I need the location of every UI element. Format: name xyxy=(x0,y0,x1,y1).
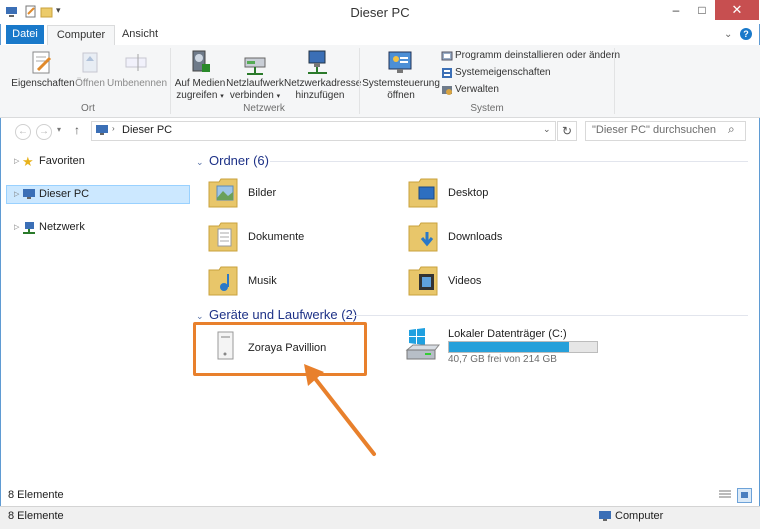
folder-label-musik[interactable]: Musik xyxy=(248,275,277,287)
netzwerkadresse-label-1: Netzwerkadresse xyxy=(284,78,362,89)
folder-label-dokumente[interactable]: Dokumente xyxy=(248,231,304,243)
umbenennen-button[interactable]: Umbenennen xyxy=(107,78,167,90)
star-icon: ★ xyxy=(22,154,34,169)
breadcrumb-dieser-pc[interactable]: Dieser PC xyxy=(122,124,172,136)
drive-usage-fill xyxy=(449,342,569,352)
nav-item-netzwerk[interactable]: Netzwerk xyxy=(39,219,85,235)
rename-large-icon xyxy=(124,50,148,76)
nav-item-favoriten[interactable]: Favoriten xyxy=(39,153,85,169)
group-label-ort: Ort xyxy=(81,103,95,114)
systemsteuerung-label-1: Systemsteuerung xyxy=(362,78,440,89)
tiles-view-icon[interactable] xyxy=(737,488,752,503)
expand-arrow-icon[interactable]: ▷ xyxy=(14,157,19,165)
documents-folder-icon xyxy=(207,218,239,254)
ribbon-separator xyxy=(359,48,360,114)
uninstall-program-icon xyxy=(441,50,453,62)
medien-label-2: zugreifen xyxy=(176,90,218,101)
refresh-button[interactable]: ↻ xyxy=(557,121,577,141)
netzlaufwerk-label-1: Netzlaufwerk xyxy=(226,78,284,89)
drive-usage-bar xyxy=(448,341,598,353)
oeffnen-button[interactable]: Öffnen xyxy=(73,78,107,90)
back-button[interactable]: ← xyxy=(15,124,31,140)
computer-icon xyxy=(598,510,612,522)
computer-icon xyxy=(22,188,36,200)
media-server-icon xyxy=(188,48,212,76)
collapse-arrow-icon[interactable]: ⌄ xyxy=(196,311,204,322)
computer-icon xyxy=(95,124,109,136)
status-zone: Computer xyxy=(615,510,664,522)
netzlaufwerk-button[interactable]: Netzlaufwerk verbinden ▾ xyxy=(226,78,284,103)
netzwerkadresse-label-2: hinzufügen xyxy=(295,90,345,101)
collapse-arrow-icon[interactable]: ⌄ xyxy=(196,157,204,168)
open-large-icon xyxy=(80,50,100,76)
videos-folder-icon xyxy=(407,262,439,298)
netzwerkadresse-button[interactable]: Netzwerkadresse hinzufügen xyxy=(284,78,361,102)
maximize-button[interactable]: □ xyxy=(689,0,715,20)
folder-label-videos[interactable]: Videos xyxy=(448,275,481,287)
tab-datei[interactable]: Datei xyxy=(6,25,44,44)
close-button[interactable]: ✕ xyxy=(715,0,759,20)
address-dropdown-icon[interactable]: ⌄ xyxy=(543,124,551,135)
folder-label-downloads[interactable]: Downloads xyxy=(448,231,502,243)
network-drive-icon xyxy=(243,50,269,76)
group-divider xyxy=(344,315,748,316)
group-label-netzwerk: Netzwerk xyxy=(243,103,285,114)
ribbon-separator xyxy=(614,48,615,114)
medien-button[interactable]: Auf Medien zugreifen ▾ xyxy=(172,78,228,103)
status-item-count: 8 Elemente xyxy=(8,510,64,522)
item-count: 8 Elemente xyxy=(8,489,64,501)
up-button[interactable]: ↑ xyxy=(74,123,80,137)
netzlaufwerk-label-2: verbinden xyxy=(229,90,274,101)
systemsteuerung-label-2: öffnen xyxy=(387,90,415,101)
desktop-folder-icon xyxy=(407,174,439,210)
help-icon[interactable]: ? xyxy=(740,28,752,40)
windows-drive-icon xyxy=(405,328,441,362)
expand-arrow-icon[interactable]: ▷ xyxy=(14,190,19,198)
recent-locations-icon[interactable]: ▾ xyxy=(57,125,61,134)
group-header-geraete[interactable]: Geräte und Laufwerke (2) xyxy=(209,307,357,322)
dropdown-arrow-icon: ▾ xyxy=(220,93,224,100)
manage-icon xyxy=(441,84,453,96)
downloads-folder-icon xyxy=(407,218,439,254)
folder-label-desktop[interactable]: Desktop xyxy=(448,187,488,199)
drive-label-c[interactable]: Lokaler Datenträger (C:) xyxy=(448,328,567,340)
folder-label-bilder[interactable]: Bilder xyxy=(248,187,276,199)
pictures-folder-icon xyxy=(207,174,239,210)
nav-item-dieser-pc[interactable]: Dieser PC xyxy=(39,186,89,202)
breadcrumb-separator-icon[interactable]: › xyxy=(112,124,115,133)
medien-label-1: Auf Medien xyxy=(174,78,226,89)
tab-computer[interactable]: Computer xyxy=(47,25,115,45)
systemsteuerung-button[interactable]: Systemsteuerung öffnen xyxy=(362,78,440,102)
network-icon xyxy=(22,221,36,234)
system-properties-icon xyxy=(441,67,453,79)
group-divider xyxy=(270,161,748,162)
details-view-icon[interactable] xyxy=(719,489,731,500)
minimize-button[interactable]: – xyxy=(663,0,689,20)
programm-deinstallieren-button[interactable]: Programm deinstallieren oder ändern xyxy=(455,50,620,61)
network-location-icon xyxy=(305,48,331,76)
music-folder-icon xyxy=(207,262,239,298)
properties-large-icon xyxy=(30,50,54,76)
group-header-ordner[interactable]: Ordner (6) xyxy=(209,153,269,168)
search-placeholder: "Dieser PC" durchsuchen xyxy=(592,124,716,136)
control-panel-icon xyxy=(387,49,415,77)
eigenschaften-button[interactable]: Eigenschaften xyxy=(8,78,78,90)
systemeigenschaften-button[interactable]: Systemeigenschaften xyxy=(455,67,551,78)
group-label-system: System xyxy=(470,103,504,114)
dropdown-arrow-icon: ▾ xyxy=(276,93,281,100)
verwalten-button[interactable]: Verwalten xyxy=(455,84,499,95)
search-icon[interactable]: ⌕ xyxy=(728,122,735,137)
tab-ansicht[interactable]: Ansicht xyxy=(115,25,165,44)
forward-button[interactable]: → xyxy=(36,124,52,140)
window-title: Dieser PC xyxy=(350,5,410,20)
ribbon-expand-icon[interactable]: ⌄ xyxy=(724,29,732,40)
annotation-arrow-icon xyxy=(296,360,386,460)
expand-arrow-icon[interactable]: ▷ xyxy=(14,223,19,231)
drive-free-space: 40,7 GB frei von 214 GB xyxy=(448,354,557,365)
ribbon-separator xyxy=(170,48,171,114)
